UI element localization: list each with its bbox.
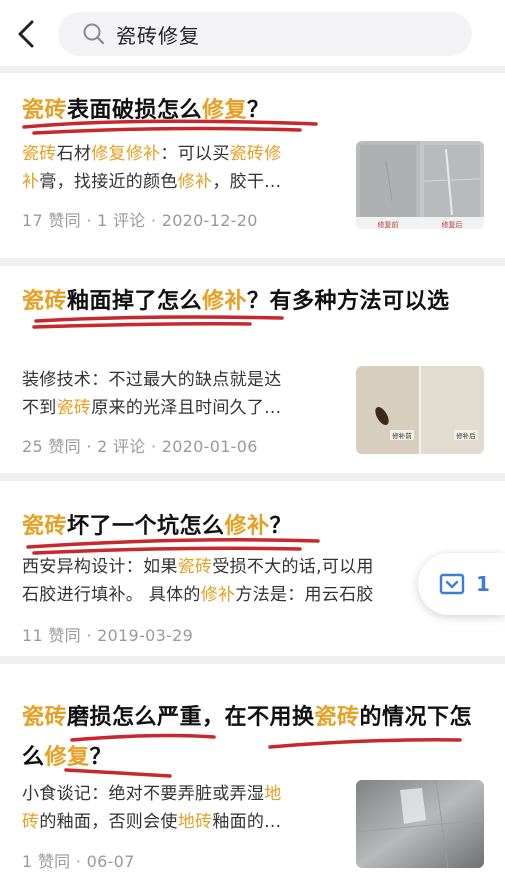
tile-photo-image: 修复前 修复后: [356, 141, 484, 229]
inbox-down-icon: [439, 573, 465, 595]
text-segment: 石材: [56, 144, 92, 164]
thumb-caption-before: 修复前: [378, 220, 399, 229]
snippet-line: 不到瓷砖原来的光泽且时间久了...: [22, 394, 282, 422]
text-segment: 受损不大的话,可以用: [212, 557, 374, 577]
text-segment: ？有多种方法可以选: [247, 289, 450, 314]
text-segment: 磨损怎么严重，在不用换: [67, 705, 315, 730]
highlight-keyword: 修复: [202, 98, 248, 123]
highlight-keyword: 瓷砖: [22, 144, 57, 164]
counter-value: 1: [476, 572, 490, 596]
result-title[interactable]: 瓷砖表面破损怎么修复？: [22, 91, 482, 131]
highlight-keyword: 瓷砖: [22, 289, 68, 314]
text-segment: 原来的光泽且时间久了...: [91, 398, 282, 418]
snippet-line: 瓷砖石材修复修补：可以买瓷砖修: [22, 140, 282, 168]
result-card[interactable]: 瓷砖表面破损怎么修复？ 瓷砖石材修复修补：可以买瓷砖修 补膏，找接近的颜色修补，胶…: [0, 73, 505, 258]
text-segment: 方法是：用云石胶: [235, 585, 374, 605]
text-segment: 不到: [22, 398, 57, 418]
highlight-keyword: 修复: [44, 745, 90, 770]
highlight-keyword: 修补: [224, 514, 270, 539]
result-card[interactable]: 瓷砖磨损怎么严重，在不用换瓷砖的情况下怎么修复？ 小食谈记：绝对不要弄脏或弄湿地…: [0, 664, 505, 876]
highlight-keyword: 修补: [177, 172, 213, 192]
text-segment: 石胶进行填补。 具体的: [22, 585, 201, 605]
highlight-keyword: 瓷砖: [22, 98, 68, 123]
result-card[interactable]: 瓷砖釉面掉了怎么修补？有多种方法可以选 装修技术：不过最大的缺点就是达 不到瓷砖原…: [0, 266, 505, 473]
result-snippet: 瓷砖石材修复修补：可以买瓷砖修 补膏，找接近的颜色修补，胶干...: [22, 140, 282, 196]
result-title[interactable]: 瓷砖磨损怎么严重，在不用换瓷砖的情况下怎么修复？: [22, 698, 482, 778]
text-segment: 釉面的...: [212, 812, 282, 832]
result-title[interactable]: 瓷砖釉面掉了怎么修补？有多种方法可以选: [22, 282, 482, 322]
thumb-caption-after: 修补后: [456, 431, 476, 440]
highlight-keyword: 瓷砖修: [229, 144, 282, 164]
result-thumbnail[interactable]: 修复前 修复后: [356, 141, 484, 229]
highlight-keyword: 瓷砖: [177, 557, 213, 577]
snippet-line: 小食谈记：绝对不要弄脏或弄湿地: [22, 780, 282, 808]
search-query: 瓷砖修复: [116, 23, 200, 48]
highlight-keyword: 瓷砖: [22, 705, 68, 730]
snippet-line: 补膏，找接近的颜色修补，胶干...: [22, 168, 282, 196]
result-meta: 1 赞同 · 06-07: [22, 852, 135, 871]
text-segment: 坏了一个坑怎么: [67, 514, 225, 539]
text-segment: ？: [269, 514, 293, 539]
snippet-line: 装修技术：不过最大的缺点就是达: [22, 366, 282, 394]
text-segment: 西安异构设计：如果: [22, 557, 178, 577]
search-bar[interactable]: 瓷砖修复: [58, 12, 472, 56]
highlight-keyword: 地: [264, 784, 282, 804]
thumb-caption-before: 修补前: [392, 431, 412, 440]
result-snippet: 装修技术：不过最大的缺点就是达 不到瓷砖原来的光泽且时间久了...: [22, 366, 282, 422]
highlight-keyword: 瓷砖: [22, 514, 68, 539]
result-meta: 11 赞同 · 2019-03-29: [22, 626, 194, 645]
highlight-keyword: 修补: [200, 585, 236, 605]
search-icon: [83, 23, 105, 45]
text-segment: 的釉面，否则会使: [39, 812, 178, 832]
result-meta: 17 赞同 · 1 评论 · 2020-12-20: [22, 211, 258, 230]
highlight-keyword: 修复修补: [91, 144, 161, 164]
result-snippet: 小食谈记：绝对不要弄脏或弄湿地 砖的釉面，否则会使地砖釉面的...: [22, 780, 282, 836]
back-button[interactable]: [10, 14, 44, 54]
result-thumbnail[interactable]: 修补前 修补后: [356, 366, 484, 454]
text-segment: 小食谈记：绝对不要弄脏或弄湿: [22, 784, 265, 804]
highlight-keyword: 补: [22, 172, 40, 192]
highlight-keyword: 修补: [202, 289, 248, 314]
highlight-keyword: 瓷砖: [314, 705, 360, 730]
tile-repair-image: 修补前 修补后: [356, 366, 484, 454]
text-segment: 表面破损怎么: [67, 98, 203, 123]
text-segment: ，胶干...: [212, 172, 282, 192]
text-segment: 釉面掉了怎么: [67, 289, 203, 314]
thumb-caption-after: 修复后: [442, 220, 463, 229]
floating-counter-button[interactable]: 1: [418, 553, 505, 615]
result-meta: 25 赞同 · 2 评论 · 2020-01-06: [22, 437, 258, 456]
highlight-keyword: 地砖: [177, 812, 213, 832]
text-segment: 装修技术：不过最大的缺点就是达: [22, 370, 282, 390]
text-segment: 膏，找接近的颜色: [39, 172, 178, 192]
chevron-left-icon: [18, 20, 34, 48]
result-thumbnail[interactable]: [356, 780, 484, 868]
top-bar: 瓷砖修复: [0, 0, 505, 66]
glossy-floor-image: [356, 780, 484, 868]
text-segment: ：可以买: [160, 144, 230, 164]
result-title[interactable]: 瓷砖坏了一个坑怎么修补？: [22, 507, 482, 547]
highlight-keyword: 砖: [22, 812, 40, 832]
highlight-keyword: 瓷砖: [56, 398, 92, 418]
text-segment: ？: [89, 745, 113, 770]
text-segment: ？: [247, 98, 270, 123]
snippet-line: 砖的釉面，否则会使地砖釉面的...: [22, 808, 282, 836]
